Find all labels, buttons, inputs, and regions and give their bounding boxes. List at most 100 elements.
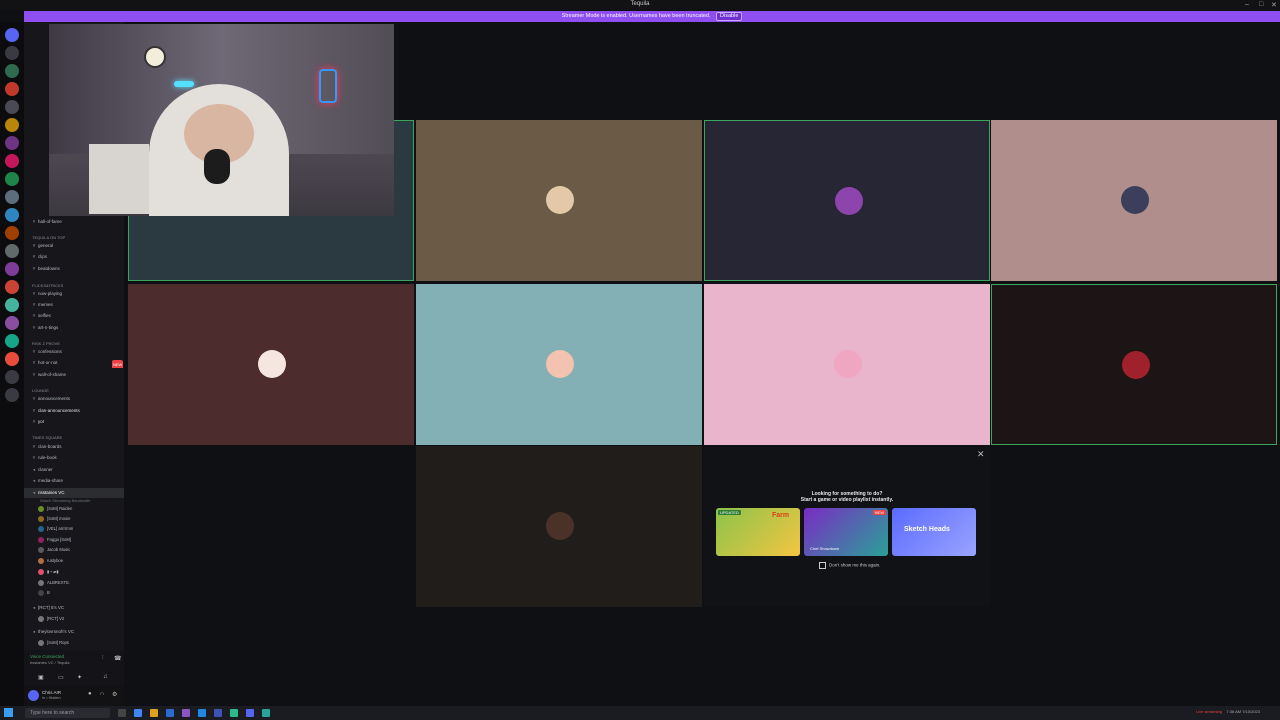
voice-user[interactable]: B: [38, 588, 124, 598]
gear-icon[interactable]: ⚙: [112, 691, 117, 698]
disable-streamer-button[interactable]: Disable: [716, 12, 743, 21]
channel-item[interactable]: # selfies: [24, 311, 124, 321]
voice-user[interactable]: [SoM] Rops: [38, 638, 124, 648]
server-icon[interactable]: [5, 154, 19, 168]
mic-icon[interactable]: ●: [88, 691, 92, 697]
clock-date[interactable]: 7/10/2023: [1242, 709, 1260, 714]
windows-start-icon[interactable]: [4, 708, 13, 717]
channel-item[interactable]: # general: [24, 241, 124, 251]
activity-card-farm[interactable]: UPDATED Farm: [716, 508, 800, 556]
server-icon[interactable]: [5, 118, 19, 132]
video-tile[interactable]: [416, 446, 702, 607]
voice-channel-item[interactable]: ◂ theylovrsnoh's VC: [24, 627, 124, 637]
app-icon[interactable]: [166, 709, 174, 717]
voice-user[interactable]: Jacob Music: [38, 545, 124, 555]
home-icon[interactable]: [5, 28, 19, 42]
video-tile[interactable]: [991, 120, 1277, 281]
activity-icon[interactable]: ✦: [77, 674, 82, 681]
avatar[interactable]: [28, 690, 39, 701]
server-icon[interactable]: [5, 100, 19, 114]
taskbar-search-input[interactable]: Type here to search: [25, 708, 110, 718]
video-tile[interactable]: [416, 120, 702, 281]
app-icon[interactable]: [182, 709, 190, 717]
maximize-button[interactable]: □: [1259, 1, 1263, 8]
channel-item[interactable]: # memes: [24, 300, 124, 310]
dont-show-again-checkbox[interactable]: Don't show me this again.: [819, 562, 880, 569]
video-tile[interactable]: [704, 120, 990, 281]
server-icon[interactable]: [5, 172, 19, 186]
voice-user[interactable]: [SoM] Raiden: [38, 504, 124, 514]
video-tile[interactable]: [704, 284, 990, 445]
app-icon[interactable]: [230, 709, 238, 717]
voice-user[interactable]: ▮ ▪ ▰▮: [38, 567, 124, 577]
discord-icon[interactable]: [246, 709, 254, 717]
voice-user[interactable]: rustyboe: [38, 556, 124, 566]
close-icon[interactable]: ✕: [977, 449, 985, 460]
browser-icon[interactable]: [134, 709, 142, 717]
category-header[interactable]: RISK Z PROVE: [32, 341, 60, 346]
server-icon[interactable]: [5, 244, 19, 258]
channel-item[interactable]: # beatdowns: [24, 264, 124, 274]
channel-item[interactable]: # announcements: [24, 394, 124, 404]
channel-item[interactable]: # yo!: [24, 417, 124, 427]
server-icon[interactable]: [5, 46, 19, 60]
headphones-icon[interactable]: ∩: [100, 691, 104, 697]
app-icon[interactable]: [214, 709, 222, 717]
server-icon[interactable]: [5, 208, 19, 222]
category-header[interactable]: TIMES SQUARE: [32, 435, 62, 440]
channel-item[interactable]: # rule-book: [24, 453, 124, 463]
video-tile[interactable]: [991, 284, 1277, 445]
server-icon[interactable]: [5, 190, 19, 204]
category-header[interactable]: LOUNGE: [32, 388, 49, 393]
voice-user[interactable]: [SoM] mooie: [38, 514, 124, 524]
voice-user[interactable]: Fagga [SoM]: [38, 535, 124, 545]
voice-channel-item[interactable]: ◂ [RCT] 5's VC: [24, 603, 124, 613]
server-icon[interactable]: [5, 298, 19, 312]
channel-item[interactable]: # hot-or-not NEW: [24, 358, 124, 368]
server-icon[interactable]: [5, 316, 19, 330]
voice-channel-item[interactable]: ◂ clanner: [24, 465, 124, 475]
video-tile[interactable]: [128, 284, 414, 445]
channel-item[interactable]: # wall-of-shame: [24, 370, 124, 380]
minimize-button[interactable]: –: [1245, 1, 1249, 8]
discover-icon[interactable]: [5, 388, 19, 402]
add-server-icon[interactable]: [5, 370, 19, 384]
activity-card-sketch-heads[interactable]: Sketch Heads: [892, 508, 976, 556]
signal-icon[interactable]: ⫶: [102, 655, 104, 662]
server-icon[interactable]: [5, 352, 19, 366]
active-voice-channel[interactable]: ◂ risstanies VC: [24, 488, 124, 498]
close-button[interactable]: ✕: [1271, 1, 1277, 9]
explorer-icon[interactable]: [150, 709, 158, 717]
server-icon[interactable]: [5, 262, 19, 276]
server-icon[interactable]: [5, 64, 19, 78]
voice-user[interactable]: [RCT] V2: [38, 614, 124, 624]
app-icon[interactable]: [198, 709, 206, 717]
voice-user[interactable]: [VEL] arrrrmm: [38, 524, 124, 534]
channel-item[interactable]: # clan-boards: [24, 442, 124, 452]
channel-item[interactable]: # clips: [24, 252, 124, 262]
activity-card-chef-showdown[interactable]: NEW Chef Showdown: [804, 508, 888, 556]
server-icon[interactable]: [5, 82, 19, 96]
category-header[interactable]: TEQUILA ON TOP: [32, 235, 65, 240]
voice-location[interactable]: risstanies VC / Tequila: [30, 660, 70, 665]
channel-item[interactable]: # art-n-tings: [24, 323, 124, 333]
channel-item[interactable]: # now-playing: [24, 289, 124, 299]
video-tile[interactable]: [416, 284, 702, 445]
camera-icon[interactable]: ▣: [38, 674, 44, 681]
voice-user[interactable]: ALBREXTE.: [38, 578, 124, 588]
clock-time[interactable]: 7:36 AM: [1226, 709, 1241, 714]
disconnect-icon[interactable]: ☎: [114, 655, 121, 662]
task-view-icon[interactable]: [118, 709, 126, 717]
soundboard-icon[interactable]: ♫: [103, 674, 108, 680]
server-icon[interactable]: [5, 136, 19, 150]
checkbox-icon[interactable]: [819, 562, 826, 569]
app-icon[interactable]: [262, 709, 270, 717]
channel-item[interactable]: # hall-of-fame: [24, 217, 124, 227]
server-icon[interactable]: [5, 226, 19, 240]
channel-item[interactable]: # confessions: [24, 347, 124, 357]
server-icon[interactable]: [5, 280, 19, 294]
category-header[interactable]: FLICKS&TRICKS: [32, 283, 63, 288]
channel-item[interactable]: # clan-announcements: [24, 406, 124, 416]
screen-share-icon[interactable]: ▭: [58, 674, 64, 681]
server-icon[interactable]: [5, 334, 19, 348]
